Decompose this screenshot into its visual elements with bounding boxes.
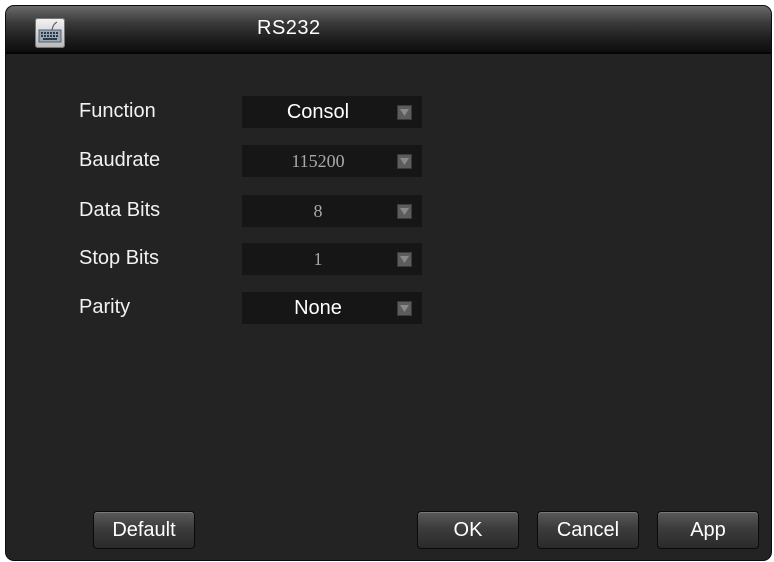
stop-bits-value: 1 [313, 249, 323, 269]
chevron-down-icon[interactable] [397, 252, 412, 267]
data-bits-label: Data Bits [79, 199, 161, 221]
function-label: Function [79, 100, 156, 122]
rs232-dialog: RS232 Function Consol Baudrate 115200 Da… [6, 6, 771, 560]
chevron-down-icon[interactable] [397, 204, 412, 219]
function-value: Consol [286, 101, 350, 123]
cancel-button[interactable]: Cancel [537, 511, 639, 549]
baudrate-label: Baudrate [79, 149, 161, 171]
ok-button[interactable]: OK [417, 511, 519, 549]
function-select[interactable]: Consol [242, 96, 422, 128]
default-button[interactable]: Default [93, 511, 195, 549]
stop-bits-label: Stop Bits [79, 247, 160, 269]
data-bits-select[interactable]: 8 [242, 195, 422, 227]
keyboard-icon [35, 18, 65, 48]
parity-label: Parity [79, 296, 131, 318]
window-title: RS232 [257, 17, 321, 39]
apply-button[interactable]: App [657, 511, 759, 549]
chevron-down-icon[interactable] [397, 301, 412, 316]
title-bar: RS232 [6, 6, 771, 54]
parity-select[interactable]: None [242, 292, 422, 324]
baudrate-select[interactable]: 115200 [242, 145, 422, 177]
stop-bits-select[interactable]: 1 [242, 243, 422, 275]
parity-value: None [294, 297, 342, 319]
baudrate-value: 115200 [291, 151, 345, 171]
data-bits-value: 8 [313, 201, 323, 221]
chevron-down-icon[interactable] [397, 105, 412, 120]
chevron-down-icon[interactable] [397, 154, 412, 169]
